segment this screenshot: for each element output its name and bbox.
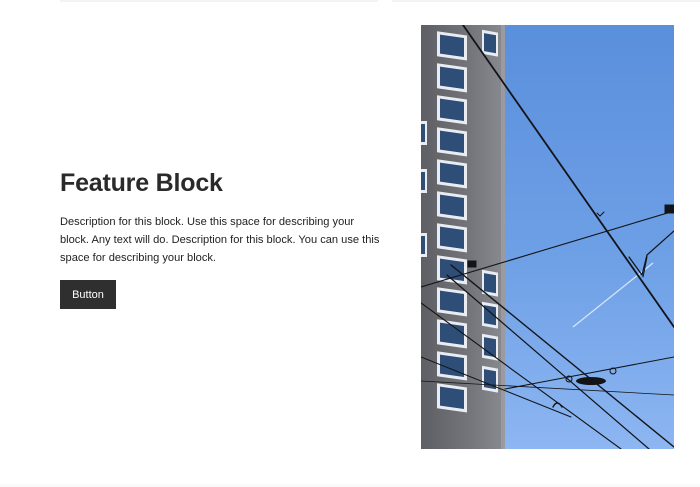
feature-description: Description for this block. Use this spa… [60,216,380,264]
top-divider-left [60,0,378,2]
feature-image [421,25,674,449]
feature-title: Feature Block [60,169,223,197]
feature-button[interactable]: Button [60,280,116,309]
top-divider-right [392,0,700,2]
top-divider [0,0,700,2]
feature-block-text: Feature Block Description for this block… [60,168,390,309]
